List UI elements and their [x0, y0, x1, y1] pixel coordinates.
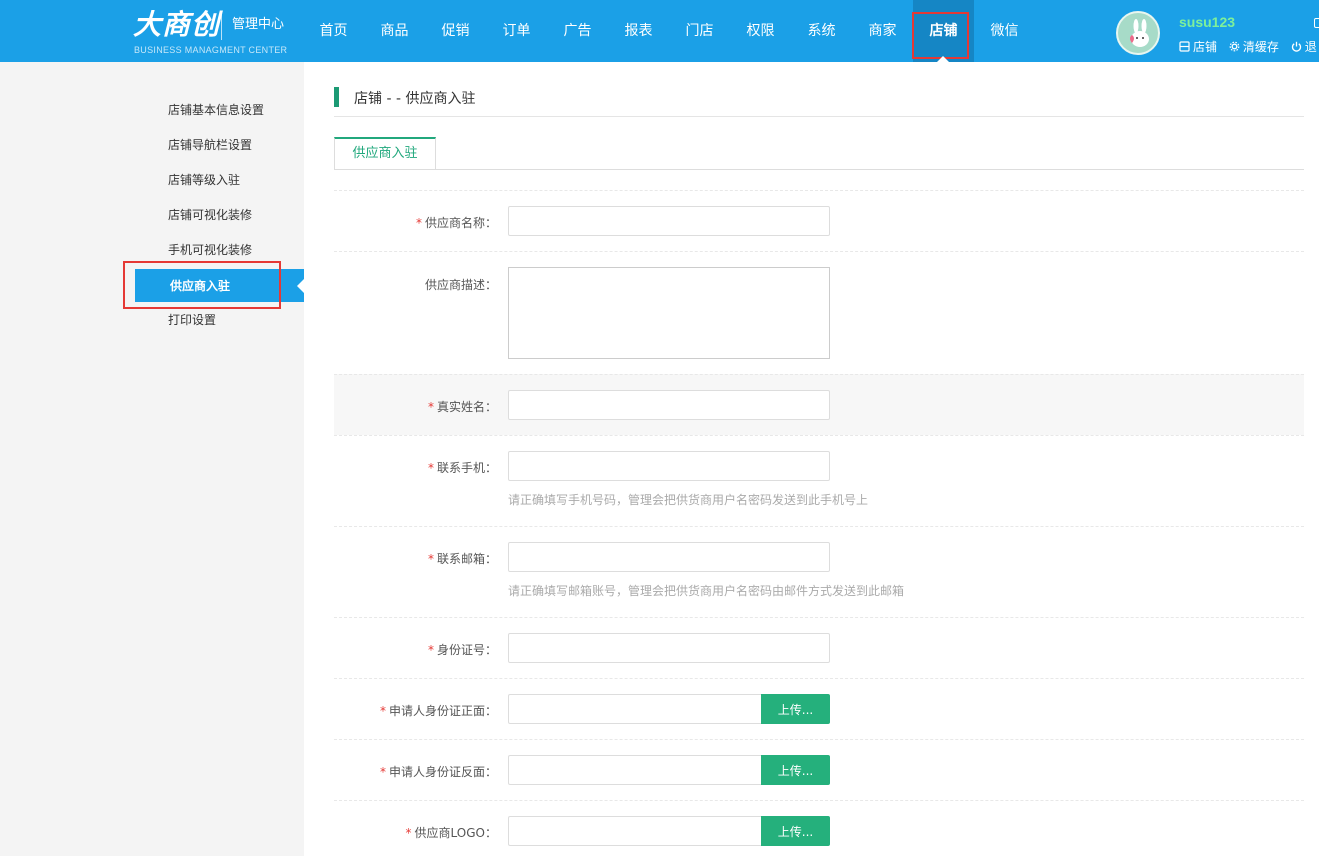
row-divider	[334, 435, 1304, 436]
required-mark: *	[379, 704, 386, 718]
supplier-desc-textarea[interactable]	[508, 267, 830, 359]
page-title-accent	[334, 87, 339, 107]
phone-text: 联系手机：	[436, 461, 497, 475]
id-back-text: 申请人身份证反面：	[388, 765, 497, 779]
required-mark: *	[379, 765, 386, 779]
required-mark: *	[415, 216, 422, 230]
phone-input[interactable]	[508, 451, 830, 481]
required-mark: *	[427, 400, 434, 414]
row-divider	[334, 739, 1304, 740]
sidebar-item-shop-grade[interactable]: 店铺等级入驻	[168, 172, 240, 188]
sidebar: 店铺基本信息设置 店铺导航栏设置 店铺等级入驻 店铺可视化装修 手机可视化装修 …	[0, 62, 305, 856]
row-divider	[334, 526, 1304, 527]
supplier-name-label: * 供应商名称：	[334, 214, 497, 231]
logo-label: * 供应商LOGO：	[334, 824, 497, 841]
page-title: 店铺 - - 供应商入驻	[354, 91, 476, 107]
id-back-upload-button[interactable]: 上传...	[761, 755, 830, 785]
sidebar-highlight-box	[123, 261, 281, 309]
nav-home[interactable]: 首页	[303, 0, 364, 62]
clear-cache-label: 清缓存	[1242, 40, 1279, 54]
nav-wechat[interactable]: 微信	[974, 0, 1035, 62]
real-name-input[interactable]	[508, 390, 830, 420]
logo-sub-text: 管理中心	[232, 17, 285, 32]
id-back-label: * 申请人身份证反面：	[334, 763, 497, 780]
required-mark: *	[427, 461, 434, 475]
logout-link[interactable]: 退	[1291, 38, 1317, 55]
sidebar-item-mobile-visual[interactable]: 手机可视化装修	[168, 242, 252, 258]
id-front-text: 申请人身份证正面：	[388, 704, 497, 718]
clear-cache-link[interactable]: 清缓存	[1229, 38, 1279, 55]
id-number-text: 身份证号：	[436, 643, 497, 657]
top-header: 大商创 管理中心 BUSINESS MANAGMENT CENTER 首页 商品…	[0, 0, 1319, 62]
nav-promotion[interactable]: 促销	[425, 0, 486, 62]
nav-merchants[interactable]: 商家	[852, 0, 913, 62]
shop-link[interactable]: 店铺	[1179, 38, 1217, 55]
phone-hint: 请正确填写手机号码，管理会把供货商用户名密码发送到此手机号上	[508, 493, 869, 507]
logo-english-text: BUSINESS MANAGMENT CENTER	[134, 45, 288, 55]
id-front-upload-button[interactable]: 上传...	[761, 694, 830, 724]
title-divider	[334, 116, 1304, 117]
supplier-name-text: 供应商名称：	[424, 216, 497, 230]
email-input[interactable]	[508, 542, 830, 572]
required-mark: *	[427, 643, 434, 657]
username[interactable]: susu123	[1179, 14, 1235, 30]
id-number-label: * 身份证号：	[334, 641, 497, 658]
logo-upload-button[interactable]: 上传...	[761, 816, 830, 846]
id-front-file-field[interactable]	[508, 694, 761, 724]
row-divider	[334, 251, 1304, 252]
logo-text: 供应商LOGO：	[414, 826, 497, 840]
fullscreen-icon[interactable]	[1314, 18, 1319, 28]
nav-ads[interactable]: 广告	[547, 0, 608, 62]
shop-icon	[1179, 41, 1190, 52]
nav-shop-highlight-box	[912, 12, 969, 59]
nav-orders[interactable]: 订单	[486, 0, 547, 62]
email-label: * 联系邮箱：	[334, 550, 497, 567]
email-hint: 请正确填写邮箱账号，管理会把供货商用户名密码由邮件方式发送到此邮箱	[508, 584, 905, 598]
logout-label: 退	[1304, 40, 1317, 54]
sidebar-item-shop-nav[interactable]: 店铺导航栏设置	[168, 137, 252, 153]
sidebar-item-print[interactable]: 打印设置	[168, 312, 216, 328]
required-mark: *	[405, 826, 412, 840]
shop-link-label: 店铺	[1193, 40, 1218, 54]
id-back-file-field[interactable]	[508, 755, 761, 785]
avatar-rabbit-icon	[1130, 19, 1149, 47]
sidebar-item-shop-basic-info[interactable]: 店铺基本信息设置	[168, 102, 264, 118]
tab-supplier[interactable]: 供应商入驻	[334, 137, 436, 170]
row-divider	[334, 678, 1304, 679]
nav-stores[interactable]: 门店	[669, 0, 730, 62]
id-front-label: * 申请人身份证正面：	[334, 702, 497, 719]
supplier-name-input[interactable]	[508, 206, 830, 236]
supplier-desc-label: 供应商描述：	[424, 278, 497, 292]
sidebar-active-arrow	[297, 278, 305, 294]
row-divider	[334, 190, 1304, 191]
power-icon	[1291, 41, 1301, 52]
real-name-label: * 真实姓名：	[334, 398, 497, 415]
email-text: 联系邮箱：	[436, 552, 497, 566]
nav-goods[interactable]: 商品	[364, 0, 425, 62]
gear-icon	[1229, 41, 1240, 52]
id-number-input[interactable]	[508, 633, 830, 663]
required-mark: *	[427, 552, 434, 566]
tab-baseline	[334, 169, 1304, 170]
logo[interactable]: 大商创 管理中心 BUSINESS MANAGMENT CENTER	[133, 8, 293, 58]
avatar[interactable]	[1116, 11, 1160, 55]
row-divider	[334, 617, 1304, 618]
nav-active-caret	[937, 56, 949, 62]
nav-permissions[interactable]: 权限	[730, 0, 791, 62]
row-divider	[334, 800, 1304, 801]
sidebar-item-shop-visual[interactable]: 店铺可视化装修	[168, 207, 252, 223]
phone-label: * 联系手机：	[334, 459, 497, 476]
real-name-text: 真实姓名：	[436, 400, 497, 414]
user-links: 店铺 清缓存 退	[1179, 38, 1319, 55]
nav-reports[interactable]: 报表	[608, 0, 669, 62]
logo-main-text: 大商创	[133, 8, 221, 41]
logo-file-field[interactable]	[508, 816, 761, 846]
nav-system[interactable]: 系统	[791, 0, 852, 62]
logo-divider	[221, 12, 222, 40]
row-divider	[334, 374, 1304, 375]
